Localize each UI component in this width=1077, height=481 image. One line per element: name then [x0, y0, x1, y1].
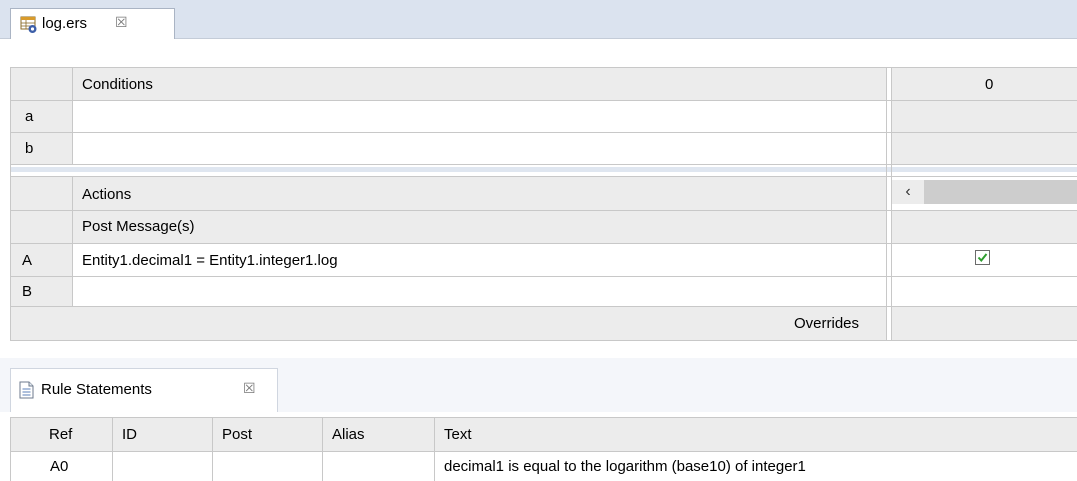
table-row[interactable]: A0 decimal1 is equal to the logarithm (b… — [10, 451, 1077, 481]
condition-row-a-value[interactable] — [892, 100, 1077, 132]
close-icon[interactable]: ☒ — [115, 14, 128, 31]
rule-statements-tab-label: Rule Statements — [41, 381, 152, 398]
overrides-value[interactable] — [892, 306, 1077, 340]
grid-line — [72, 176, 73, 307]
grid-line — [112, 417, 113, 481]
grid-line — [10, 176, 1077, 177]
action-row-a-id-cell — [10, 243, 72, 276]
post-message-value[interactable] — [892, 210, 1077, 243]
grid-line — [10, 340, 1077, 341]
grid-line — [72, 67, 73, 165]
row-ref: A0 — [50, 458, 69, 475]
rule-sheet-icon — [20, 16, 38, 34]
column-number: 0 — [985, 76, 994, 93]
action-row-b-value[interactable] — [892, 276, 1077, 306]
editor-tab-label: log.ers — [42, 15, 88, 32]
close-icon[interactable]: ☒ — [243, 380, 256, 397]
condition-row-b-field[interactable] — [72, 132, 886, 164]
rule-table-header — [10, 418, 1077, 451]
conditions-header: Conditions — [82, 76, 153, 93]
grid-line — [10, 306, 1077, 307]
condition-row-b-id-cell — [10, 132, 72, 164]
column-header-ref[interactable]: Ref — [49, 426, 72, 443]
column-header-alias[interactable]: Alias — [332, 426, 365, 443]
grid-line — [10, 210, 1077, 211]
actions-corner-cell — [10, 177, 72, 210]
condition-row-a-id: a — [25, 108, 34, 125]
column-header-text[interactable]: Text — [444, 426, 472, 443]
grid-line — [10, 132, 1077, 133]
horizontal-scrollbar[interactable] — [924, 180, 1077, 204]
post-message-corner-cell — [10, 210, 72, 243]
overrides-row — [10, 306, 886, 340]
grid-line — [10, 276, 1077, 277]
action-row-b-id-cell — [10, 276, 72, 306]
condition-row-b-id: b — [25, 140, 34, 157]
grid-line — [322, 417, 323, 481]
actions-header-cell — [72, 177, 886, 210]
document-icon — [19, 381, 37, 399]
condition-row-b-value[interactable] — [892, 132, 1077, 164]
row-text: decimal1 is equal to the logarithm (base… — [444, 458, 806, 475]
editor-tab-log-ers[interactable]: log.ers ☒ — [10, 8, 175, 39]
post-message-label: Post Message(s) — [82, 218, 195, 235]
grid-line — [212, 417, 213, 481]
conditions-header-cell — [72, 68, 886, 100]
actions-header: Actions — [82, 186, 132, 203]
scroll-left-button[interactable]: ‹ — [892, 180, 924, 204]
condition-row-a-id-cell — [10, 100, 72, 132]
condition-row-a-field[interactable] — [72, 100, 886, 132]
grid-line — [886, 67, 887, 341]
grid-line — [891, 67, 892, 341]
conditions-corner-cell — [10, 68, 72, 100]
grid-line — [10, 164, 1077, 165]
grid-line — [434, 417, 435, 481]
column-header-id[interactable]: ID — [122, 426, 137, 443]
rule-statements-tab[interactable]: Rule Statements ☒ — [10, 368, 278, 412]
section-divider — [10, 167, 1077, 172]
grid-line — [10, 67, 11, 341]
action-row-b-id: B — [22, 283, 33, 300]
grid-line — [10, 417, 11, 481]
grid-line — [10, 243, 1077, 244]
grid-line — [10, 67, 1077, 68]
action-row-b-field[interactable] — [72, 276, 886, 306]
grid-line — [10, 100, 1077, 101]
action-row-a-text: Entity1.decimal1 = Entity1.integer1.log — [82, 252, 338, 269]
grid-line — [10, 417, 1077, 418]
checkmark-icon — [977, 253, 988, 263]
column-header-post[interactable]: Post — [222, 426, 252, 443]
grid-line — [10, 451, 1077, 452]
action-row-a-id: A — [22, 252, 33, 269]
action-row-a-checkbox[interactable] — [975, 250, 990, 265]
overrides-label: Overrides — [794, 315, 860, 332]
